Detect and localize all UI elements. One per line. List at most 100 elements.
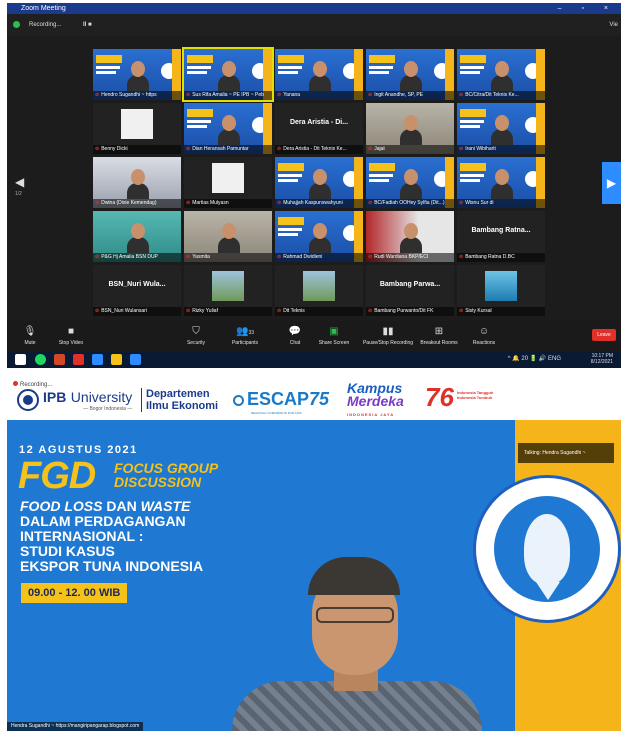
participant-tile[interactable]: ⊘ Rahmad Dwidieni bbox=[275, 211, 363, 262]
leave-button[interactable]: Leave bbox=[592, 329, 616, 341]
participant-name: ⊘ Rizky Yuliaf bbox=[184, 307, 272, 316]
breakout-rooms-button[interactable]: ⊞ Breakout Rooms bbox=[419, 324, 459, 346]
participant-name: ⊘ Dit Teknis bbox=[275, 307, 363, 316]
chevron-left-icon: ◀ bbox=[15, 175, 25, 189]
chat-button[interactable]: 💬 Chat bbox=[285, 324, 305, 346]
participant-name-placeholder: Dera Aristia - Di... bbox=[289, 119, 349, 126]
window-controls[interactable]: – ▫ × bbox=[558, 3, 617, 14]
participant-name: ⊘ Jajat bbox=[366, 145, 454, 154]
muted-mic-icon: ⊘ bbox=[95, 146, 100, 152]
participant-video bbox=[400, 169, 422, 199]
participant-tile[interactable]: ⊘ Sus Rifa Amalia ~ PE IPB ~ Peb bbox=[182, 47, 274, 102]
participant-tile[interactable]: ⊘ Ingit Anandhe, SP, PE bbox=[366, 49, 454, 100]
pause-stop-recording-toolbar-button[interactable]: ▮▮ Pause/Stop Recording bbox=[357, 324, 419, 346]
participant-tile[interactable]: ⊘ Rudi Wardiana BKP/ECI bbox=[366, 211, 454, 262]
meeting-toolbar: 🎙 Mute ■ Stop Video ⛉ Security 👥33 Parti… bbox=[7, 321, 621, 351]
participant-tile[interactable]: ⊘ BC/Fadiah OOHey Sylfia (Dit...) bbox=[366, 157, 454, 208]
escap-subtitle: REGIONAL COMMISSION FOR ASIA bbox=[251, 411, 302, 415]
participant-name-text: Bambang Purwanto/Dit FK bbox=[374, 308, 434, 314]
participant-name-text: BC/Fadiah OOHey Sylfia (Dit...) bbox=[374, 200, 445, 206]
mute-button[interactable]: 🎙 Mute bbox=[17, 324, 43, 346]
recording-label: Pause/Stop Recording bbox=[362, 340, 414, 346]
participant-tile[interactable]: ⊘ Martias Mulyasn bbox=[184, 157, 272, 208]
acrobat-icon[interactable] bbox=[73, 354, 84, 365]
participant-name: ⊘ BSN_Nuri Wulansari bbox=[93, 307, 181, 316]
powerpoint-icon[interactable] bbox=[54, 354, 65, 365]
spotify-icon[interactable] bbox=[35, 354, 46, 365]
next-page-button[interactable]: ▶ bbox=[602, 162, 621, 204]
participant-photo bbox=[485, 271, 517, 301]
participant-tile[interactable]: BSN_Nuri Wula... ⊘ BSN_Nuri Wulansari bbox=[93, 265, 181, 316]
security-shield-icon[interactable] bbox=[13, 21, 20, 28]
shield-icon: ⛉ bbox=[192, 326, 200, 337]
participant-tile[interactable]: ⊘ Sisty Kursal bbox=[457, 265, 545, 316]
topic-line-4: STUDI KASUS bbox=[20, 543, 115, 559]
participant-name-text: Rahmad Dwidieni bbox=[283, 254, 323, 260]
start-icon[interactable] bbox=[15, 354, 26, 365]
topic-line-2: DALAM PERDAGANGAN bbox=[20, 513, 186, 529]
clock[interactable]: 10:17 PM 8/12/2021 bbox=[591, 353, 613, 365]
stop-video-button[interactable]: ■ Stop Video bbox=[55, 324, 87, 346]
muted-mic-icon: ⊘ bbox=[186, 254, 191, 260]
participant-name: ⊘ Hendro Sugandhi ~ https bbox=[93, 91, 181, 100]
muted-mic-icon: ⊘ bbox=[277, 200, 282, 206]
topic-food-loss: FOOD LOSS bbox=[20, 498, 103, 514]
participant-tile[interactable]: ⊘ Dit Teknis bbox=[275, 265, 363, 316]
participant-name-text: BSN_Nuri Wulansari bbox=[101, 308, 147, 314]
participant-name-text: Bambang Ratna D.BC bbox=[465, 254, 515, 260]
escap-75: 75 bbox=[309, 389, 330, 409]
participant-name: ⊘ Dwina (Dixie Kemendag) bbox=[93, 199, 181, 208]
participant-tile[interactable]: Bambang Parwa... ⊘ Bambang Purwanto/Dit FK bbox=[366, 265, 454, 316]
participant-video bbox=[400, 223, 422, 253]
participant-tile[interactable]: ⊘ Wisnu Sur di bbox=[457, 157, 545, 208]
participant-name: ⊘ BC/Fadiah OOHey Sylfia (Dit...) bbox=[366, 199, 454, 208]
participant-tile[interactable]: Dera Aristia - Di... ⊘ Dera Aristia - Dit … bbox=[275, 103, 363, 154]
participant-name: ⊘ Rahmad Dwidieni bbox=[275, 253, 363, 262]
participant-name-text: Yanana bbox=[283, 92, 301, 98]
participant-tile[interactable]: ⊘ Dwina (Dixie Kemendag) bbox=[93, 157, 181, 208]
muted-mic-icon: ⊘ bbox=[368, 254, 373, 260]
participant-tile[interactable]: ⊘ Hendro Sugandhi ~ https bbox=[93, 49, 181, 100]
participant-name-text: Benny Dicki bbox=[101, 146, 128, 152]
meeting-header: Recording... II ■ Vie bbox=[7, 14, 621, 36]
system-tray-icons[interactable]: ^ 🔔 20 🔋 🔊 ENG bbox=[508, 355, 561, 362]
participant-tile[interactable]: ⊘ Muhajjah Kaspunswahyuni bbox=[275, 157, 363, 208]
zoom-app-icon[interactable] bbox=[92, 354, 103, 365]
participant-video bbox=[491, 169, 513, 199]
participant-tile[interactable]: ⊘ Yanana bbox=[275, 49, 363, 100]
file-explorer-icon[interactable] bbox=[111, 354, 122, 365]
participant-video bbox=[127, 169, 149, 199]
muted-mic-icon: ⊘ bbox=[277, 92, 282, 98]
participant-name-text: Rudi Wardiana BKP/ECI bbox=[374, 254, 429, 260]
participant-name: ⊘ Muhajjah Kaspunswahyuni bbox=[275, 199, 363, 208]
participant-name: ⊘ Martias Mulyasn bbox=[184, 199, 272, 208]
event-time: 09.00 - 12. 00 WIB bbox=[21, 583, 128, 603]
participant-tile[interactable]: ⊘ P&G Hj Amalia BSN DUP bbox=[93, 211, 181, 262]
chat-app-icon[interactable] bbox=[130, 354, 141, 365]
reactions-button[interactable]: ☺ Reactions bbox=[469, 324, 499, 346]
participant-name: ⊘ Sus Rifa Amalia ~ PE IPB ~ Peb bbox=[184, 91, 272, 100]
participant-name: ⊘ BC/Citra/Dit Teknis Ke... bbox=[457, 91, 545, 100]
topic-waste: WASTE bbox=[140, 498, 191, 514]
security-button[interactable]: ⛉ Security bbox=[183, 324, 209, 346]
participant-video bbox=[400, 115, 422, 145]
share-screen-button[interactable]: ▣ Share Screen bbox=[317, 324, 351, 346]
participant-name-text: Sisty Kursal bbox=[465, 308, 492, 314]
participant-tile[interactable]: ⊘ Benny Dicki bbox=[93, 103, 181, 154]
department-logo: Departemen Ilmu Ekonomi bbox=[141, 388, 232, 412]
participant-tile[interactable]: ⊘ Yasmita bbox=[184, 211, 272, 262]
previous-page-button[interactable]: ◀ 1/2 bbox=[15, 175, 24, 197]
participant-video bbox=[491, 115, 513, 145]
participant-tile[interactable]: ⊘ Rizky Yuliaf bbox=[184, 265, 272, 316]
participant-tile[interactable]: ⊘ Irani Wibiharti bbox=[457, 103, 545, 154]
participant-tile[interactable]: Bambang Ratna... ⊘ Bambang Ratna D.BC bbox=[457, 211, 545, 262]
ipb-university-logo: IPB University — Bogor Indonesia — bbox=[43, 389, 132, 412]
participants-button[interactable]: 👥33 Participants bbox=[227, 324, 263, 346]
pause-stop-recording-button[interactable]: II ■ bbox=[83, 20, 92, 30]
view-button[interactable]: Vie bbox=[609, 20, 618, 30]
participant-tile[interactable]: ⊘ Dian Heransah Pamuntar bbox=[184, 103, 272, 154]
participant-tile[interactable]: ⊘ Jajat bbox=[366, 103, 454, 154]
muted-mic-icon: ⊘ bbox=[459, 254, 464, 260]
topic-line-3: INTERNASIONAL : bbox=[20, 528, 144, 544]
participant-tile[interactable]: ⊘ BC/Citra/Dit Teknis Ke... bbox=[457, 49, 545, 100]
